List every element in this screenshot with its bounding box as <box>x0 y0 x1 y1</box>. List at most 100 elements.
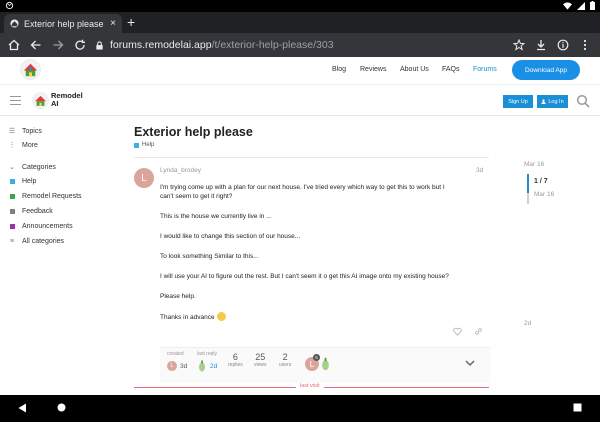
page-info-button[interactable] <box>552 34 574 56</box>
log-in-button[interactable]: Log In <box>537 95 568 108</box>
post-paragraph: Please help. <box>160 293 196 300</box>
android-navigation-bar <box>0 395 600 422</box>
topic-map: created L 3d last reply 2d 6 replies 25 … <box>160 347 490 383</box>
android-status-bar <box>0 0 600 12</box>
post-paragraph: I would like to change this section of o… <box>160 233 301 240</box>
topic-category-badge[interactable]: Help <box>134 142 154 148</box>
url-path: /t/exterior-help-please/303 <box>211 39 334 51</box>
list-icon: ≡ <box>9 238 15 245</box>
home-circle-icon[interactable] <box>57 403 66 412</box>
forward-button[interactable] <box>47 34 69 56</box>
timeline-handle[interactable] <box>527 174 529 193</box>
post-paragraph: This is the house we currently live in .… <box>160 213 272 220</box>
avatar[interactable]: L <box>134 168 154 188</box>
participant-avatar-icon[interactable] <box>321 357 330 371</box>
category-color-swatch <box>10 179 15 184</box>
timeline-current-date: Mar 16 <box>534 191 555 198</box>
wifi-icon <box>563 1 572 10</box>
home-button[interactable] <box>3 34 25 56</box>
post-username[interactable]: Lynda_brodey <box>160 167 201 174</box>
created-label: created <box>167 351 184 357</box>
users-stat: 2 users <box>279 352 291 368</box>
forum-logo-icon[interactable] <box>32 92 49 109</box>
info-icon <box>557 39 569 51</box>
post-paragraph-text: Thanks in advance <box>160 314 215 321</box>
recents-square-icon[interactable] <box>573 403 582 412</box>
bookmark-button[interactable] <box>508 34 530 56</box>
browser-toolbar: forums.remodelai.app/t/exterior-help-ple… <box>0 33 600 57</box>
nav-link-faqs[interactable]: FAQs <box>442 66 460 73</box>
sign-up-button[interactable]: Sign Up <box>503 95 533 108</box>
views-label: views <box>254 362 267 368</box>
smile-emoji-icon <box>216 312 226 321</box>
remodelai-favicon <box>10 19 19 28</box>
back-button[interactable] <box>25 34 47 56</box>
topics-icon: ☰ <box>8 128 16 135</box>
sidebar-item-label: Topics <box>22 127 42 135</box>
sidebar-item-label: Announcements <box>22 223 73 230</box>
close-tab-icon[interactable]: × <box>110 18 116 29</box>
replies-label: replies <box>228 362 243 368</box>
sidebar-item-more[interactable]: ⋮ More <box>8 141 38 150</box>
topic-title[interactable]: Exterior help please <box>134 125 253 139</box>
nav-link-about-us[interactable]: About Us <box>400 66 429 73</box>
address-bar[interactable]: forums.remodelai.app/t/exterior-help-ple… <box>95 36 530 54</box>
chevron-down-icon: ⌄ <box>9 164 15 171</box>
download-button[interactable] <box>530 34 552 56</box>
hamburger-menu-icon[interactable] <box>10 96 21 105</box>
battery-icon <box>590 1 595 10</box>
nav-link-reviews[interactable]: Reviews <box>360 66 386 73</box>
home-icon <box>8 39 20 51</box>
timeline-start-date[interactable]: Mar 16 <box>524 161 544 168</box>
sidebar-item-announcements[interactable]: Announcements <box>8 223 73 230</box>
back-icon <box>30 40 41 50</box>
browser-tab[interactable]: Exterior help please - × <box>4 14 122 33</box>
reload-button[interactable] <box>69 34 91 56</box>
post-date[interactable]: 3d <box>476 167 483 174</box>
last-reply-avatar-icon[interactable] <box>198 360 206 372</box>
sidebar-item-help[interactable]: Help <box>8 178 36 185</box>
replies-stat: 6 replies <box>228 352 243 368</box>
users-count: 2 <box>282 352 288 362</box>
participant-post-count-badge: 5 <box>313 354 320 361</box>
sidebar-item-label: Remodel Requests <box>22 193 82 200</box>
back-triangle-icon[interactable] <box>18 403 27 413</box>
sidebar-item-label: More <box>22 141 38 149</box>
post-paragraph-last: Thanks in advance <box>160 312 490 322</box>
remodelai-logo[interactable] <box>20 59 41 80</box>
new-tab-button[interactable]: + <box>127 14 135 31</box>
site-navigation: Blog Reviews About Us FAQs Forums Downlo… <box>0 57 600 85</box>
web-content: Blog Reviews About Us FAQs Forums Downlo… <box>0 57 600 395</box>
views-count: 25 <box>255 352 266 362</box>
sidebar-item-topics[interactable]: ☰ Topics <box>8 127 42 136</box>
creator-avatar[interactable]: L <box>167 361 177 371</box>
url-domain: forums.remodelai.app <box>110 39 212 51</box>
forum-brand[interactable]: Remodel AI <box>51 92 85 108</box>
category-color-swatch <box>134 142 139 148</box>
sidebar-section-categories[interactable]: ⌄ Categories <box>8 163 56 172</box>
forum-header: Remodel AI Sign Up Log In <box>0 86 600 116</box>
post-actions <box>453 327 483 336</box>
device-screen: Exterior help please - × + forums.remode… <box>0 0 600 422</box>
log-in-label: Log In <box>548 98 564 105</box>
created-value[interactable]: 3d <box>180 363 187 370</box>
menu-button[interactable] <box>574 34 596 56</box>
sidebar-item-all-categories[interactable]: ≡ All categories <box>8 238 64 245</box>
link-icon[interactable] <box>474 327 483 336</box>
timeline-scrollbar[interactable] <box>527 174 529 204</box>
heart-icon[interactable] <box>453 327 462 336</box>
timeline-end-date[interactable]: 2d <box>524 320 531 327</box>
chevron-down-icon[interactable] <box>465 359 475 367</box>
nav-link-blog[interactable]: Blog <box>332 66 346 73</box>
android-debug-icon <box>5 1 14 10</box>
download-app-button[interactable]: Download App <box>512 60 580 80</box>
nav-link-forums[interactable]: Forums <box>473 66 497 73</box>
last-visit-label: last visit <box>296 383 324 389</box>
search-icon[interactable] <box>576 94 590 108</box>
views-stat: 25 views <box>254 352 267 368</box>
last-reply-value[interactable]: 2d <box>210 363 217 370</box>
sidebar-item-label: Help <box>22 178 37 185</box>
category-color-swatch <box>10 194 15 199</box>
sidebar-item-feedback[interactable]: Feedback <box>8 208 53 215</box>
sidebar-item-remodel-requests[interactable]: Remodel Requests <box>8 193 82 200</box>
